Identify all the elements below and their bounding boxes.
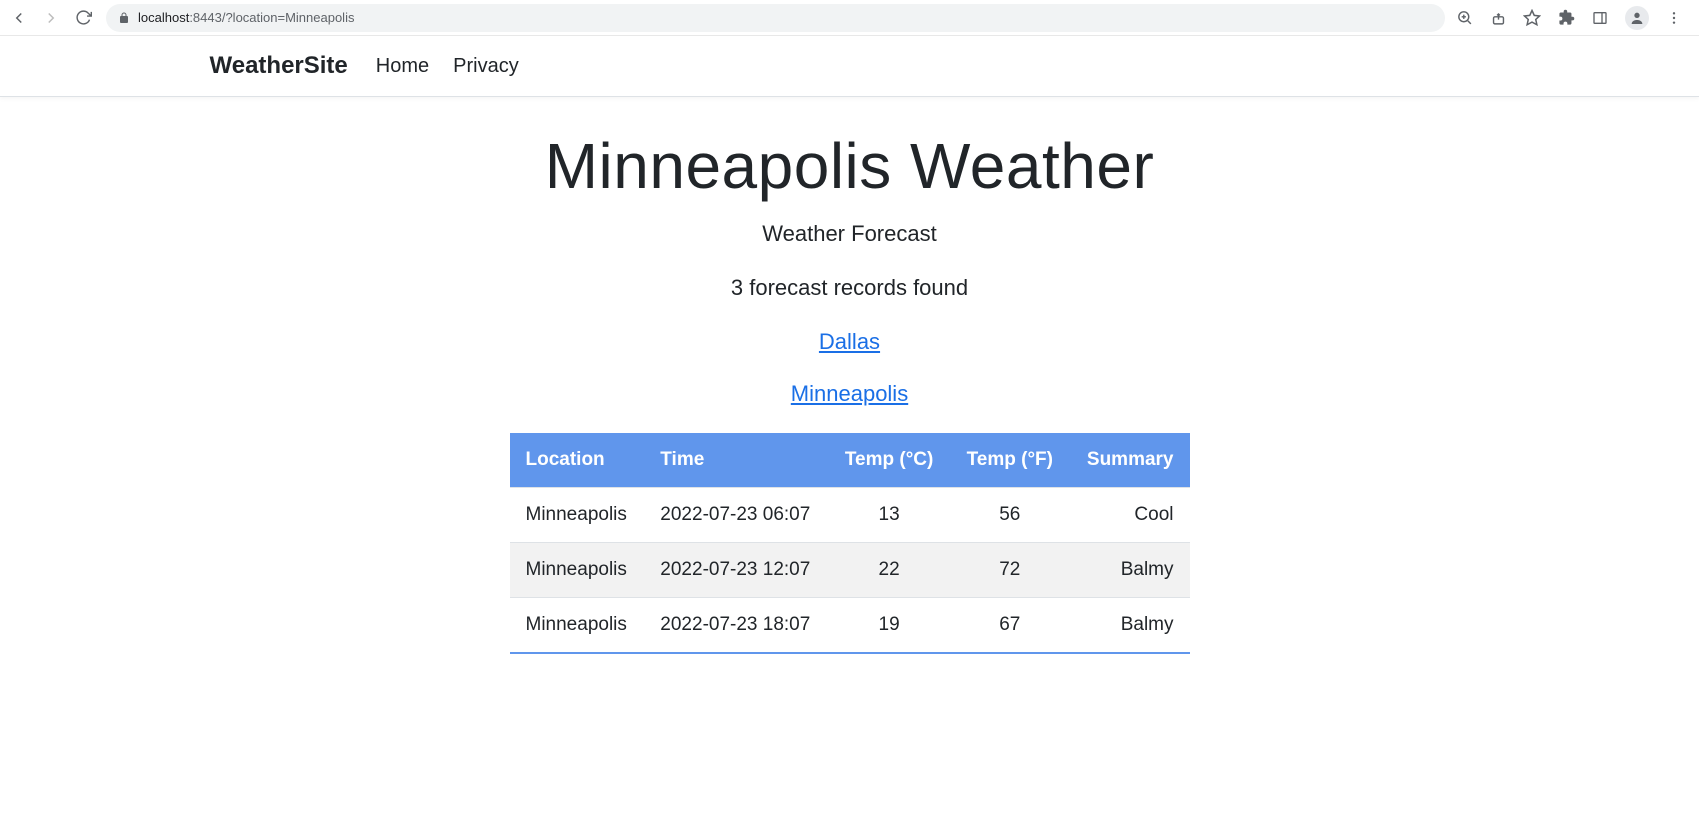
kebab-icon: [1666, 10, 1682, 26]
city-link-minneapolis[interactable]: Minneapolis: [510, 381, 1190, 407]
forward-button[interactable]: [42, 9, 60, 27]
browser-right-icons: [1455, 6, 1689, 30]
cell-location: Minneapolis: [510, 598, 645, 654]
site-header: WeatherSite Home Privacy: [0, 36, 1699, 97]
person-icon: [1629, 10, 1645, 26]
lock-icon: [118, 12, 130, 24]
cell-temp-f: 67: [950, 598, 1070, 654]
zoom-icon: [1456, 9, 1473, 26]
forecast-table: Location Time Temp (°C) Temp (°F) Summar…: [510, 433, 1190, 654]
bookmark-button[interactable]: [1523, 9, 1541, 27]
th-summary: Summary: [1070, 433, 1190, 488]
arrow-left-icon: [10, 9, 28, 27]
cell-summary: Balmy: [1070, 598, 1190, 654]
cell-temp-f: 72: [950, 543, 1070, 598]
arrow-right-icon: [42, 9, 60, 27]
menu-button[interactable]: [1665, 9, 1683, 27]
main-content: Minneapolis Weather Weather Forecast 3 f…: [490, 97, 1210, 694]
brand-link[interactable]: WeatherSite: [210, 52, 348, 80]
page-title: Minneapolis Weather: [510, 129, 1190, 203]
table-row: Minneapolis 2022-07-23 06:07 13 56 Cool: [510, 488, 1190, 543]
th-temp-c: Temp (°C): [828, 433, 950, 488]
star-icon: [1523, 9, 1541, 27]
th-time: Time: [644, 433, 828, 488]
nav-link-home[interactable]: Home: [376, 55, 429, 78]
cell-temp-c: 13: [828, 488, 950, 543]
extensions-button[interactable]: [1557, 9, 1575, 27]
cell-summary: Balmy: [1070, 543, 1190, 598]
table-body: Minneapolis 2022-07-23 06:07 13 56 Cool …: [510, 488, 1190, 654]
url-text: localhost:8443/?location=Minneapolis: [138, 10, 354, 25]
reload-button[interactable]: [74, 9, 92, 27]
city-link-dallas[interactable]: Dallas: [510, 329, 1190, 355]
table-header: Location Time Temp (°C) Temp (°F) Summar…: [510, 433, 1190, 488]
address-bar[interactable]: localhost:8443/?location=Minneapolis: [106, 4, 1445, 32]
nav-links: Home Privacy: [376, 55, 519, 78]
cell-temp-c: 22: [828, 543, 950, 598]
profile-button[interactable]: [1625, 6, 1649, 30]
puzzle-icon: [1558, 9, 1575, 26]
th-location: Location: [510, 433, 645, 488]
cell-time: 2022-07-23 18:07: [644, 598, 828, 654]
th-temp-f: Temp (°F): [950, 433, 1070, 488]
browser-nav-group: [10, 9, 92, 27]
cell-time: 2022-07-23 12:07: [644, 543, 828, 598]
share-icon: [1490, 9, 1507, 26]
records-found: 3 forecast records found: [510, 275, 1190, 301]
zoom-button[interactable]: [1455, 9, 1473, 27]
cell-location: Minneapolis: [510, 488, 645, 543]
reload-icon: [75, 9, 92, 26]
cell-location: Minneapolis: [510, 543, 645, 598]
share-button[interactable]: [1489, 9, 1507, 27]
panel-icon: [1592, 10, 1608, 26]
table-header-row: Location Time Temp (°C) Temp (°F) Summar…: [510, 433, 1190, 488]
table-row: Minneapolis 2022-07-23 18:07 19 67 Balmy: [510, 598, 1190, 654]
nav-link-privacy[interactable]: Privacy: [453, 55, 519, 78]
table-row: Minneapolis 2022-07-23 12:07 22 72 Balmy: [510, 543, 1190, 598]
browser-toolbar: localhost:8443/?location=Minneapolis: [0, 0, 1699, 36]
page-subtitle: Weather Forecast: [510, 221, 1190, 247]
back-button[interactable]: [10, 9, 28, 27]
cell-temp-c: 19: [828, 598, 950, 654]
cell-temp-f: 56: [950, 488, 1070, 543]
side-panel-button[interactable]: [1591, 9, 1609, 27]
cell-summary: Cool: [1070, 488, 1190, 543]
cell-time: 2022-07-23 06:07: [644, 488, 828, 543]
navbar: WeatherSite Home Privacy: [190, 36, 1510, 96]
